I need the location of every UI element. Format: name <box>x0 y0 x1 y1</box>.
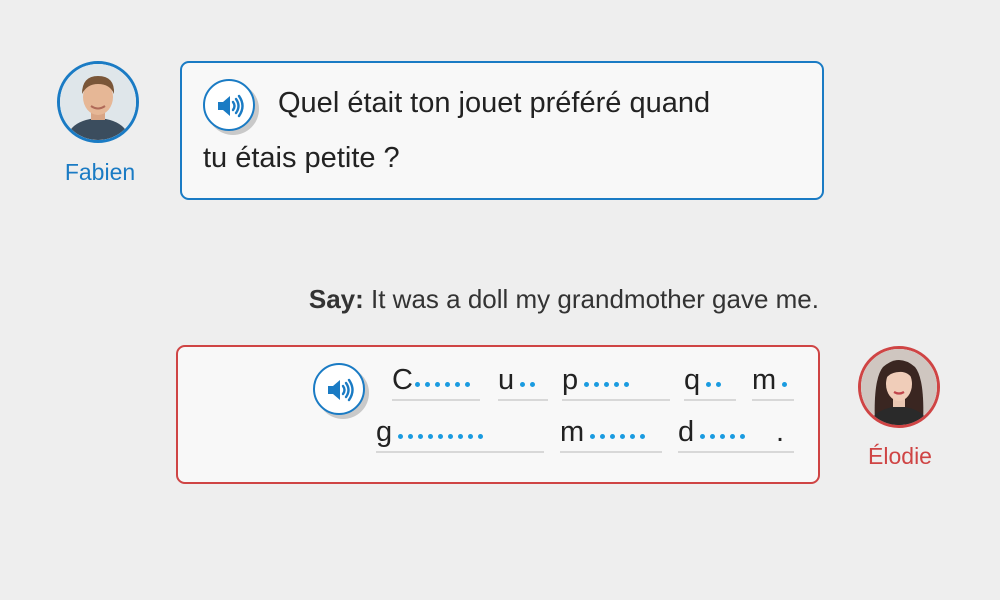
hidden-letter-dot <box>425 382 430 387</box>
hidden-letter-dot <box>428 434 433 439</box>
hidden-letter-dot <box>706 382 711 387</box>
avatar-fabien <box>57 61 139 143</box>
hidden-letter-dots <box>700 426 750 439</box>
hidden-letter-dot <box>730 434 735 439</box>
word-first-letter: u <box>498 364 515 396</box>
answer-word-slot[interactable]: g <box>376 415 544 453</box>
hidden-letter-dots <box>782 374 792 387</box>
say-label: Say: <box>308 284 364 314</box>
hidden-letter-dot <box>716 382 721 387</box>
hidden-letter-dot <box>604 382 609 387</box>
hidden-letter-dot <box>720 434 725 439</box>
hidden-letter-dots <box>706 374 726 387</box>
speaker-icon <box>328 378 354 402</box>
hidden-letter-dot <box>438 434 443 439</box>
answer-word-slot[interactable]: m <box>560 415 662 453</box>
word-first-letter: C <box>392 364 413 396</box>
answer-word-slot[interactable]: d. <box>678 415 794 453</box>
hidden-letter-dot <box>700 434 705 439</box>
hidden-letter-dot <box>620 434 625 439</box>
say-instruction: Say: It was a doll my grandmother gave m… <box>309 284 819 315</box>
word-first-letter: m <box>752 364 777 396</box>
man-portrait-icon <box>60 64 136 140</box>
question-text-line-1: Quel était ton jouet préféré quand <box>278 87 711 119</box>
hidden-letter-dot <box>600 434 605 439</box>
hidden-letter-dot <box>590 434 595 439</box>
hidden-letter-dot <box>415 382 420 387</box>
hidden-letter-dot <box>710 434 715 439</box>
word-first-letter: d <box>678 416 695 448</box>
tutor-speech-bubble: Quel était ton jouet préféré quand tu ét… <box>180 61 824 200</box>
play-answer-audio-button[interactable] <box>313 363 365 415</box>
hidden-letter-dots <box>415 374 475 387</box>
avatar-elodie <box>858 346 940 428</box>
answer-word-slot[interactable]: q <box>684 363 736 401</box>
hidden-letter-dot <box>408 434 413 439</box>
speaker-name-elodie: Élodie <box>868 443 932 469</box>
hidden-letter-dot <box>435 382 440 387</box>
word-first-letter: m <box>560 416 585 448</box>
hidden-letter-dot <box>455 382 460 387</box>
hidden-letter-dot <box>468 434 473 439</box>
speaker-icon <box>218 94 244 118</box>
play-audio-button[interactable] <box>203 79 255 131</box>
answer-word-slot[interactable]: u <box>498 363 548 401</box>
hidden-letter-dot <box>610 434 615 439</box>
hidden-letter-dot <box>445 382 450 387</box>
hidden-letter-dot <box>530 382 535 387</box>
hidden-letter-dot <box>614 382 619 387</box>
hidden-letter-dot <box>448 434 453 439</box>
speaker-name-fabien: Fabien <box>64 159 136 185</box>
word-first-letter: p <box>562 364 579 396</box>
hidden-letter-dot <box>584 382 589 387</box>
answer-word-slot[interactable]: m <box>752 363 794 401</box>
hidden-letter-dot <box>398 434 403 439</box>
hidden-letter-dot <box>594 382 599 387</box>
hidden-letter-dot <box>418 434 423 439</box>
hidden-letter-dots <box>590 426 650 439</box>
hidden-letter-dot <box>640 434 645 439</box>
answer-word-slot[interactable]: C <box>392 363 480 401</box>
hidden-letter-dot <box>630 434 635 439</box>
question-text-line-2: tu étais petite ? <box>203 142 400 174</box>
word-first-letter: q <box>684 364 701 396</box>
answer-word-slot[interactable]: p <box>562 363 670 401</box>
hidden-letter-dot <box>478 434 483 439</box>
hidden-letter-dot <box>740 434 745 439</box>
hidden-letter-dot <box>520 382 525 387</box>
hidden-letter-dots <box>584 374 634 387</box>
learner-answer-bubble: Cu p q m g m d. <box>176 345 820 484</box>
word-punctuation: . <box>775 416 784 448</box>
hidden-letter-dot <box>465 382 470 387</box>
hidden-letter-dots <box>520 374 540 387</box>
hidden-letter-dot <box>624 382 629 387</box>
hidden-letter-dot <box>458 434 463 439</box>
say-text: It was a doll my grandmother gave me. <box>371 284 819 314</box>
hidden-letter-dot <box>782 382 787 387</box>
woman-portrait-icon <box>861 349 937 425</box>
hidden-letter-dots <box>398 426 488 439</box>
word-first-letter: g <box>376 416 393 448</box>
